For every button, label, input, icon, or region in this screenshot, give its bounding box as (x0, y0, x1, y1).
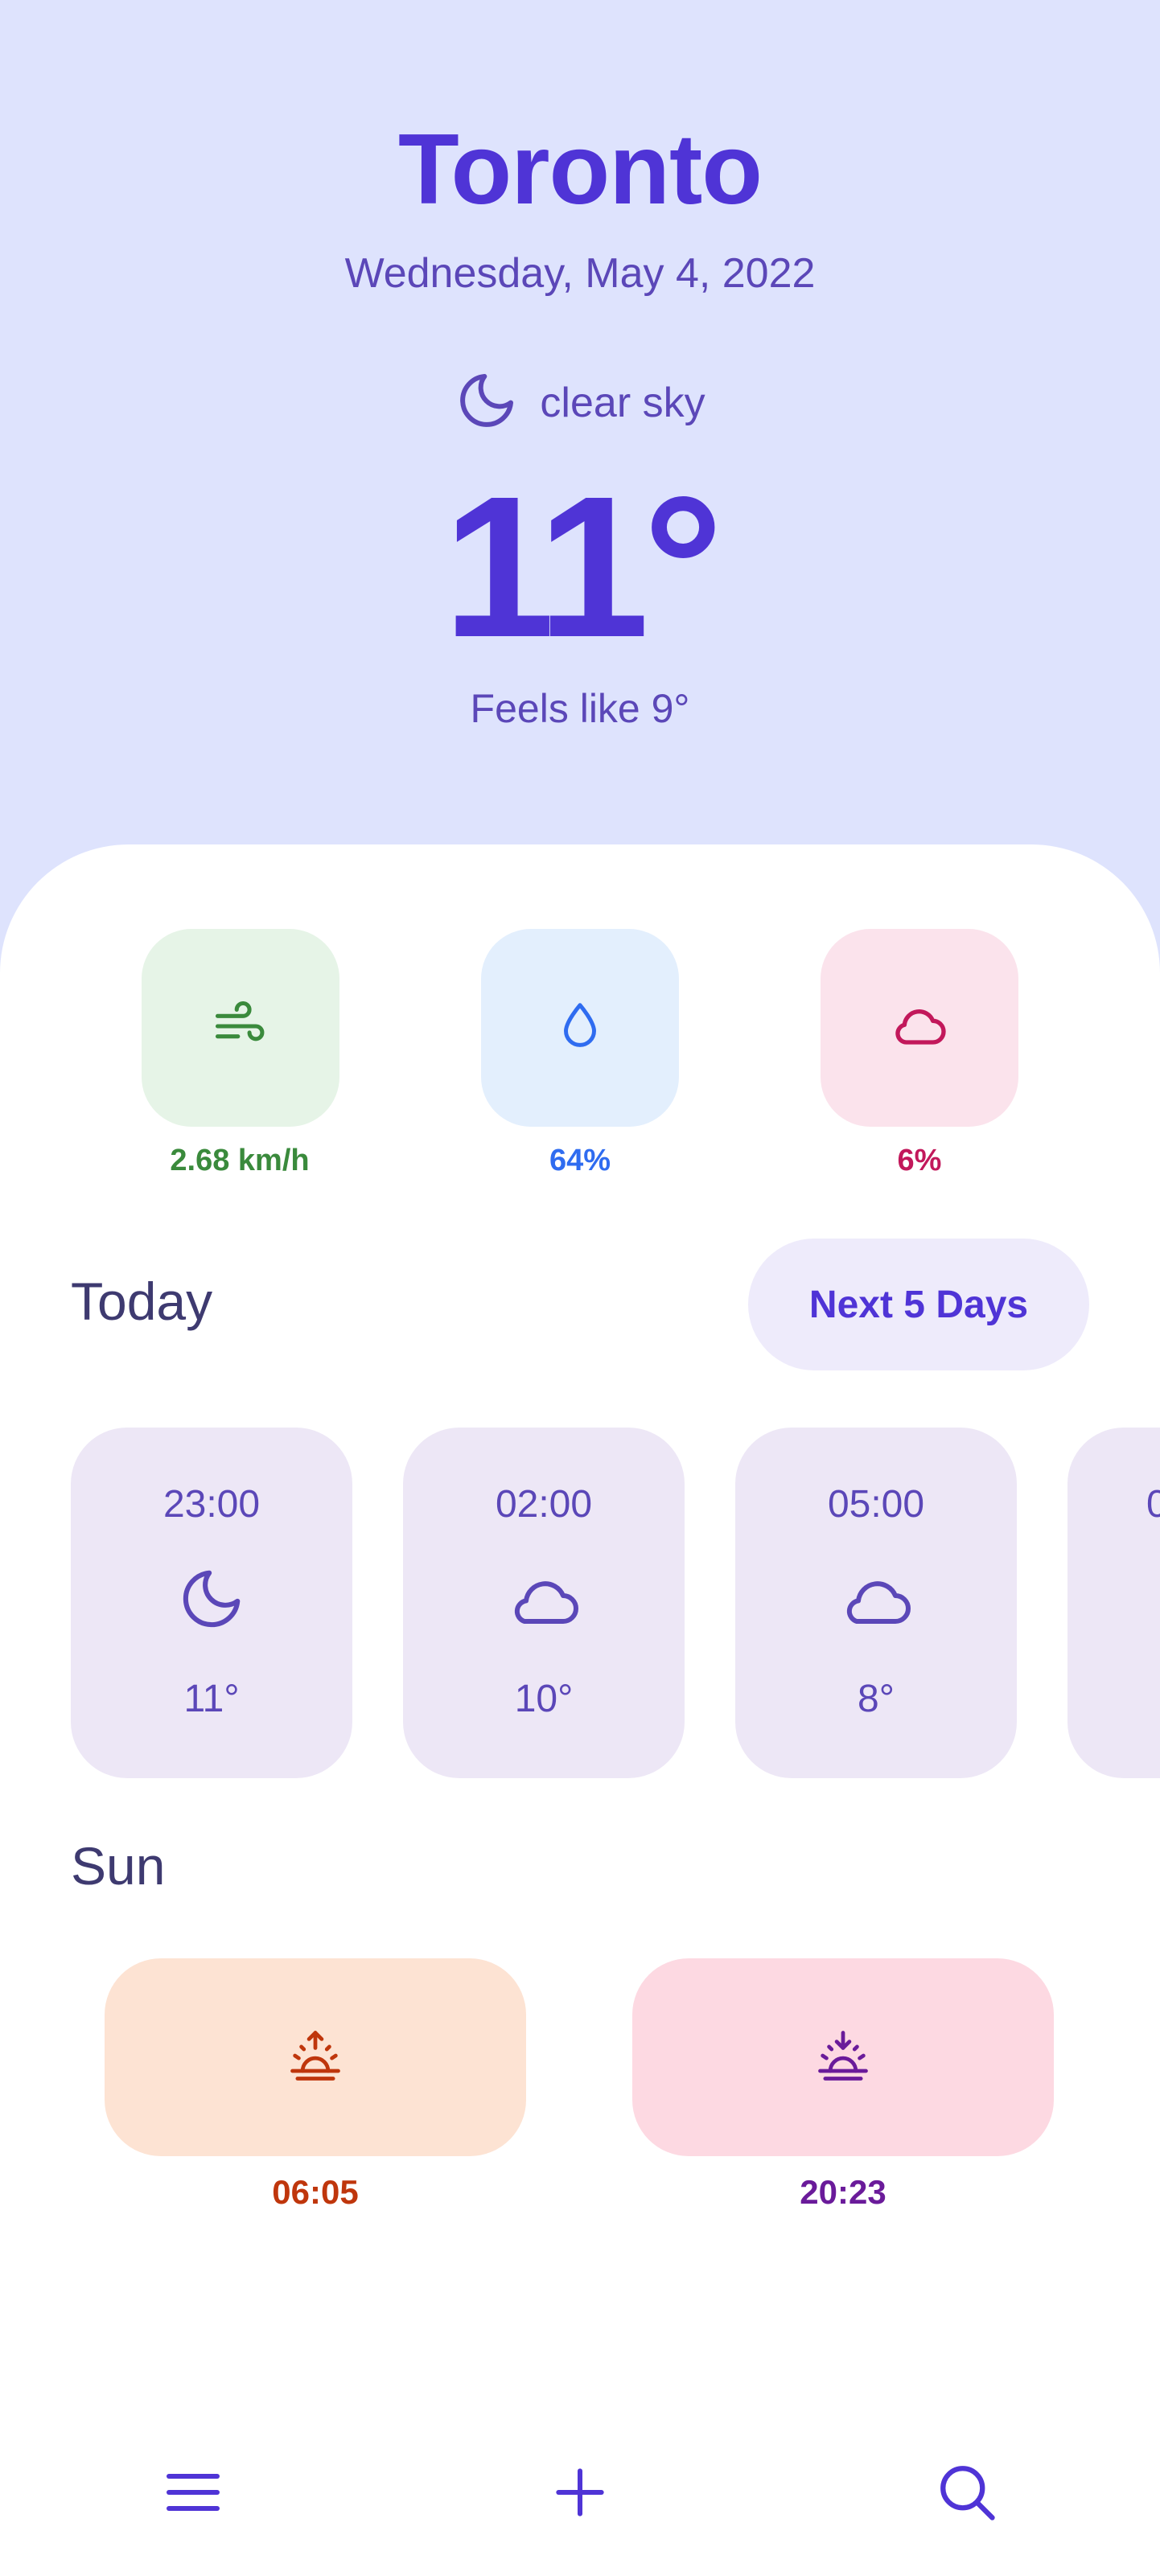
humidity-tile (481, 929, 679, 1127)
condition-row: clear sky (0, 368, 1160, 437)
hour-card[interactable]: 0 (1067, 1428, 1160, 1778)
date-label: Wednesday, May 4, 2022 (344, 250, 816, 297)
hour-temp: 8° (858, 1678, 895, 1720)
condition-text: clear sky (540, 379, 705, 426)
sun-title: Sun (71, 1836, 166, 1896)
sunrise-time: 06:05 (272, 2173, 359, 2211)
wind-value: 2.68 km/h (170, 1144, 310, 1177)
sunset-icon (812, 2025, 874, 2090)
sunset-time: 20:23 (800, 2173, 886, 2211)
sunset-tile (632, 1958, 1054, 2156)
cloud-icon (887, 994, 952, 1062)
hour-time: 02:00 (495, 1483, 593, 1526)
hour-card[interactable]: 05:00 8° (735, 1428, 1017, 1778)
menu-button[interactable] (145, 2445, 241, 2541)
bottom-nav (0, 2445, 1160, 2541)
hour-card[interactable]: 23:00 11° (71, 1428, 352, 1778)
search-icon (933, 2459, 1001, 2529)
cloud-icon (403, 1564, 685, 1633)
hour-time: 23:00 (162, 1483, 261, 1526)
humidity-value: 64% (549, 1144, 611, 1177)
weather-header: Toronto Wednesday, May 4, 2022 clear sky… (0, 0, 1160, 885)
hour-temp: 10° (514, 1678, 574, 1720)
hour-time: 0 (1146, 1483, 1160, 1526)
menu-icon (161, 2460, 225, 2527)
moon-icon (71, 1564, 352, 1633)
hour-card[interactable]: 02:00 10° (403, 1428, 685, 1778)
search-button[interactable] (919, 2445, 1015, 2541)
droplet-icon (552, 998, 608, 1058)
feels-like-label: Feels like 9° (470, 686, 690, 731)
current-temperature: 11° (442, 454, 723, 679)
wind-icon (210, 996, 271, 1061)
today-title: Today (71, 1272, 213, 1331)
city-name: Toronto (397, 114, 763, 225)
cloud-icon (735, 1564, 1017, 1633)
clouds-value: 6% (897, 1144, 942, 1177)
moon-icon (455, 368, 519, 437)
sunrise-tile (105, 1958, 526, 2156)
wind-tile (142, 929, 339, 1127)
plus-icon (548, 2460, 612, 2527)
next-5-days-button[interactable]: Next 5 Days (748, 1239, 1089, 1370)
sunrise-icon (285, 2025, 346, 2090)
add-city-button[interactable] (532, 2445, 628, 2541)
clouds-tile (821, 929, 1018, 1127)
hour-temp: 11° (183, 1678, 240, 1720)
hour-time: 05:00 (827, 1483, 925, 1526)
